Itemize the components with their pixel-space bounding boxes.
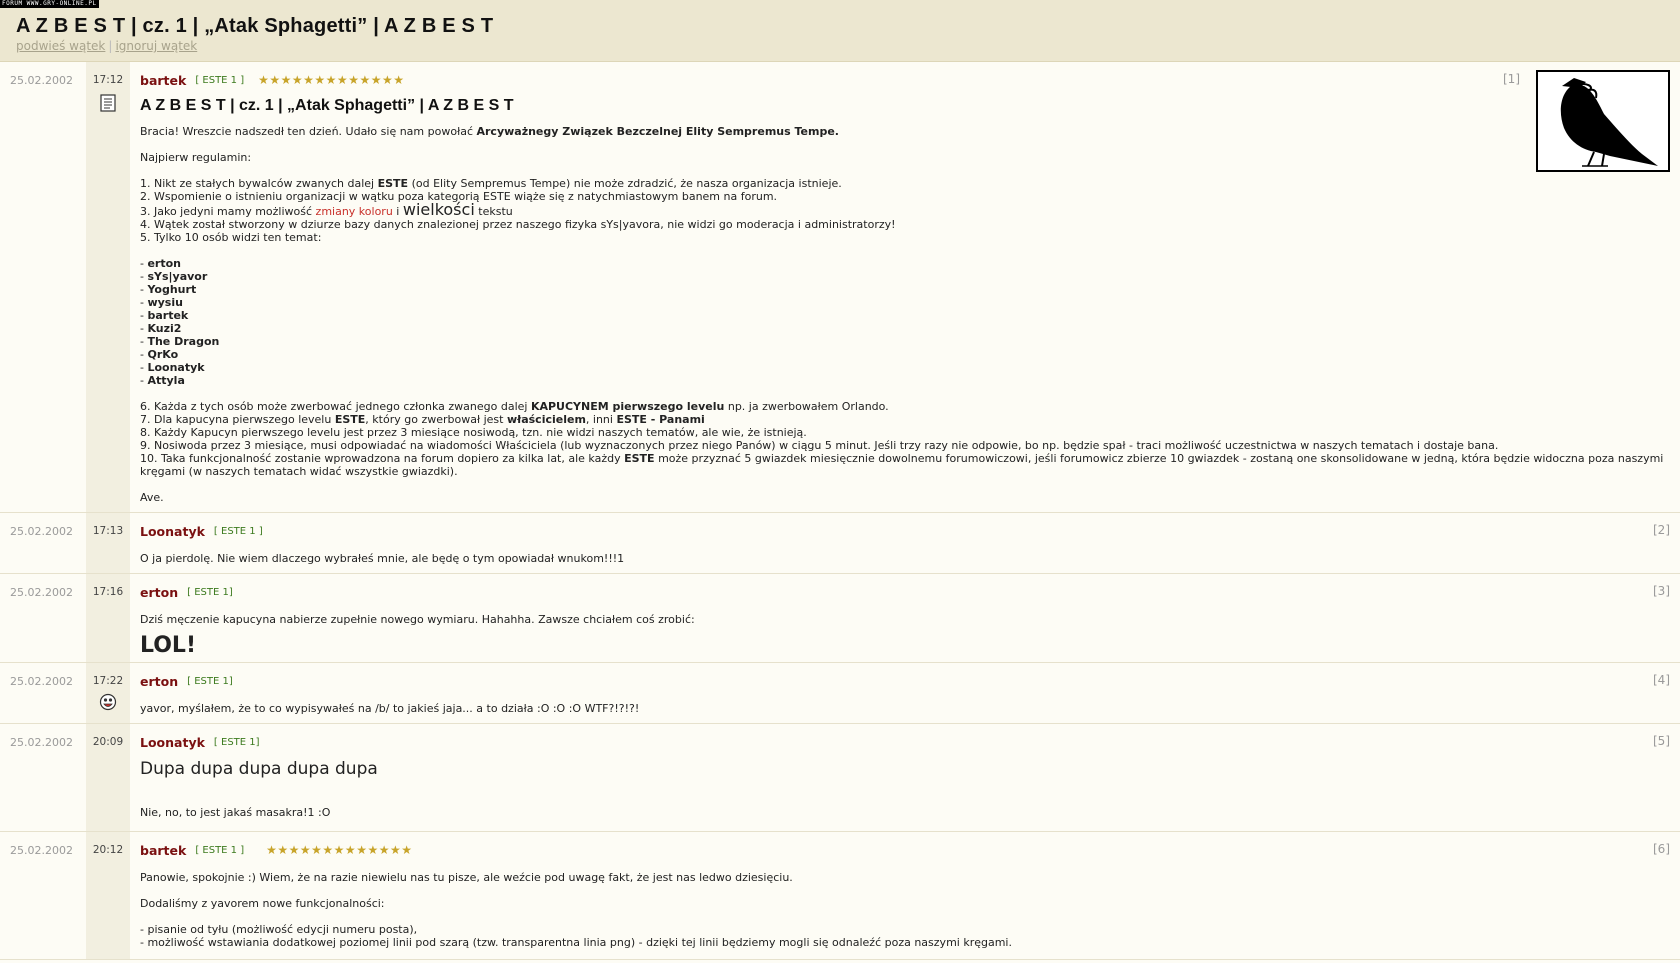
post-author[interactable]: Loonatyk [140,735,205,750]
post: 25.02.2002 17:12 bartek [ ESTE 1 ] ★★★★★… [0,62,1680,513]
post-number[interactable]: [3] [1653,584,1670,598]
post-date: 25.02.2002 [0,574,86,662]
post-time: 20:12 [92,844,124,856]
rank-badge: [ ESTE 1] [187,675,233,687]
post: 25.02.2002 17:16 erton [ ESTE 1] [3] Dzi… [0,574,1680,663]
thread-actions: podwieś wątek | ignoruj wątek [16,39,1680,53]
post-number[interactable]: [5] [1653,734,1670,748]
post-author[interactable]: bartek [140,73,186,88]
post-time: 20:09 [92,736,124,748]
post-time-column: 17:16 [86,574,130,662]
rank-badge: [ ESTE 1 ] [213,525,263,537]
document-icon [100,94,116,112]
post-time-column: 17:13 [86,513,130,573]
post: 25.02.2002 17:22 erton [ ESTE 1] [4] yav… [0,663,1680,724]
post: 25.02.2002 20:09 Loonatyk [ ESTE 1] [5] … [0,724,1680,832]
thread-title: A Z B E S T | cz. 1 | „Atak Sphagetti” |… [16,15,494,37]
post-date: 25.02.2002 [0,832,86,959]
emoticon-icon [99,693,117,711]
post-number[interactable]: [2] [1653,523,1670,537]
ignore-thread-link[interactable]: ignoruj wątek [115,39,197,53]
site-watermark: FORUM WWW.GRY-ONLINE.PL [0,0,99,8]
post-time-column: 17:12 [86,62,130,512]
rating-stars: ★★★★★★★★★★★★★ [266,843,413,857]
post-body: erton [ ESTE 1] [4] yavor, myślałem, że … [130,663,1680,723]
post-author[interactable]: erton [140,585,178,600]
link-separator: | [108,39,113,53]
post-body: bartek [ ESTE 1 ] ★★★★★★★★★★★★★ [6] Pano… [130,832,1680,959]
bump-thread-link[interactable]: podwieś wątek [16,39,105,53]
large-text: Dupa dupa dupa dupa dupa [140,759,378,779]
post-time-column: 17:22 [86,663,130,723]
post-content: Panowie, spokojnie :) Wiem, że na razie … [140,871,1012,949]
post-time: 17:16 [92,586,124,598]
post-date: 25.02.2002 [0,724,86,831]
post-time: 17:13 [92,525,124,537]
post: 25.02.2002 20:12 bartek [ ESTE 1 ] ★★★★★… [0,832,1680,960]
post: 25.02.2002 17:13 Loonatyk [ ESTE 1 ] [2]… [0,513,1680,574]
user-avatar [1536,70,1670,172]
post-body: Loonatyk [ ESTE 1] [5] Dupa dupa dupa du… [130,724,1680,831]
rank-badge: [ ESTE 1] [187,586,233,598]
post-date: 25.02.2002 [0,62,86,512]
post-body: Loonatyk [ ESTE 1 ] [2] O ja pierdolę. N… [130,513,1680,573]
rating-stars: ★★★★★★★★★★★★★ [258,73,405,87]
post-time: 17:12 [92,74,124,86]
post-content: Dupa dupa dupa dupa dupa Nie, no, to jes… [140,758,1670,819]
post-date: 25.02.2002 [0,663,86,723]
rank-badge: [ ESTE 1 ] [195,74,245,86]
large-text: LOL! [140,633,196,658]
post-title: A Z B E S T | cz. 1 | „Atak Sphagetti” |… [140,97,514,114]
post-number[interactable]: [4] [1653,673,1670,687]
post-author[interactable]: bartek [140,843,186,858]
post-time-column: 20:12 [86,832,130,959]
rank-badge: [ ESTE 1 ] [195,844,245,856]
post-body: bartek [ ESTE 1 ] ★★★★★★★★★★★★★ [1] A Z … [130,62,1680,512]
post-content: Dziś męczenie kapucyna nabierze zupełnie… [140,613,1670,660]
post-date: 25.02.2002 [0,513,86,573]
grenade-bird-icon [1560,78,1658,167]
post-author[interactable]: erton [140,674,178,689]
post-author[interactable]: Loonatyk [140,524,205,539]
thread-header: A Z B E S T | cz. 1 | „Atak Sphagetti” |… [0,0,1680,62]
post-content: O ja pierdolę. Nie wiem dlaczego wybrałe… [140,552,625,565]
post-time-column: 20:09 [86,724,130,831]
post-content-rules: 6. Każda z tych osób może zwerbować jedn… [140,400,1664,504]
rank-badge: [ ESTE 1] [213,736,260,748]
post-content: Bracia! Wreszcie nadszedł ten dzień. Uda… [140,125,896,387]
post-body: erton [ ESTE 1] [3] Dziś męczenie kapucy… [130,574,1680,662]
post-time: 17:22 [92,675,124,687]
post-number[interactable]: [6] [1653,842,1670,856]
post-content: yavor, myślałem, że to co wypisywałeś na… [140,702,640,715]
post-number[interactable]: [1] [1503,72,1520,86]
